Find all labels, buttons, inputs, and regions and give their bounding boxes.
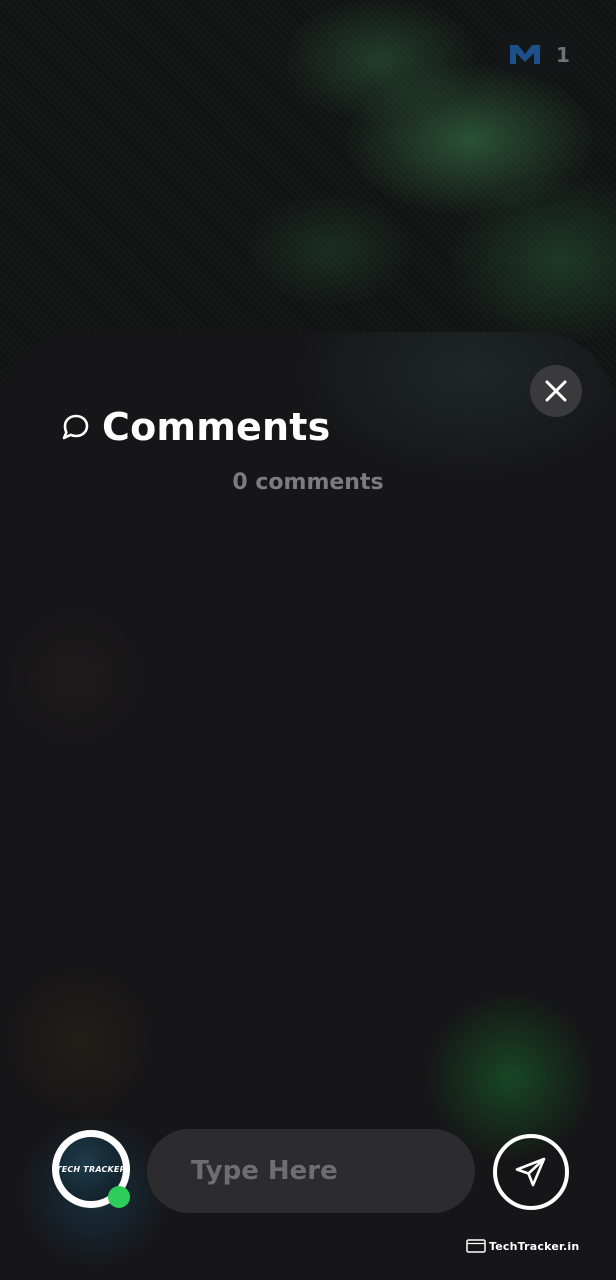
send-icon	[515, 1157, 546, 1187]
comments-title: Comments	[102, 405, 331, 449]
watermark-text: TechTracker.in	[489, 1239, 580, 1253]
online-status-dot	[108, 1186, 130, 1208]
comment-input[interactable]	[147, 1129, 475, 1213]
browser-window-icon	[466, 1239, 486, 1253]
comments-count: 0 comments	[232, 470, 384, 495]
badge-count: 1	[556, 43, 570, 67]
comments-header: Comments	[60, 404, 330, 450]
watermark: TechTracker.in	[466, 1238, 579, 1254]
send-button[interactable]	[493, 1134, 569, 1210]
close-icon	[545, 380, 567, 402]
chat-bubble-icon	[62, 414, 89, 440]
m-logo-icon	[510, 45, 540, 64]
header-badge[interactable]: 1	[494, 34, 576, 74]
close-button[interactable]	[530, 365, 582, 417]
avatar-logo-text: TECH TRACKER	[59, 1164, 123, 1174]
